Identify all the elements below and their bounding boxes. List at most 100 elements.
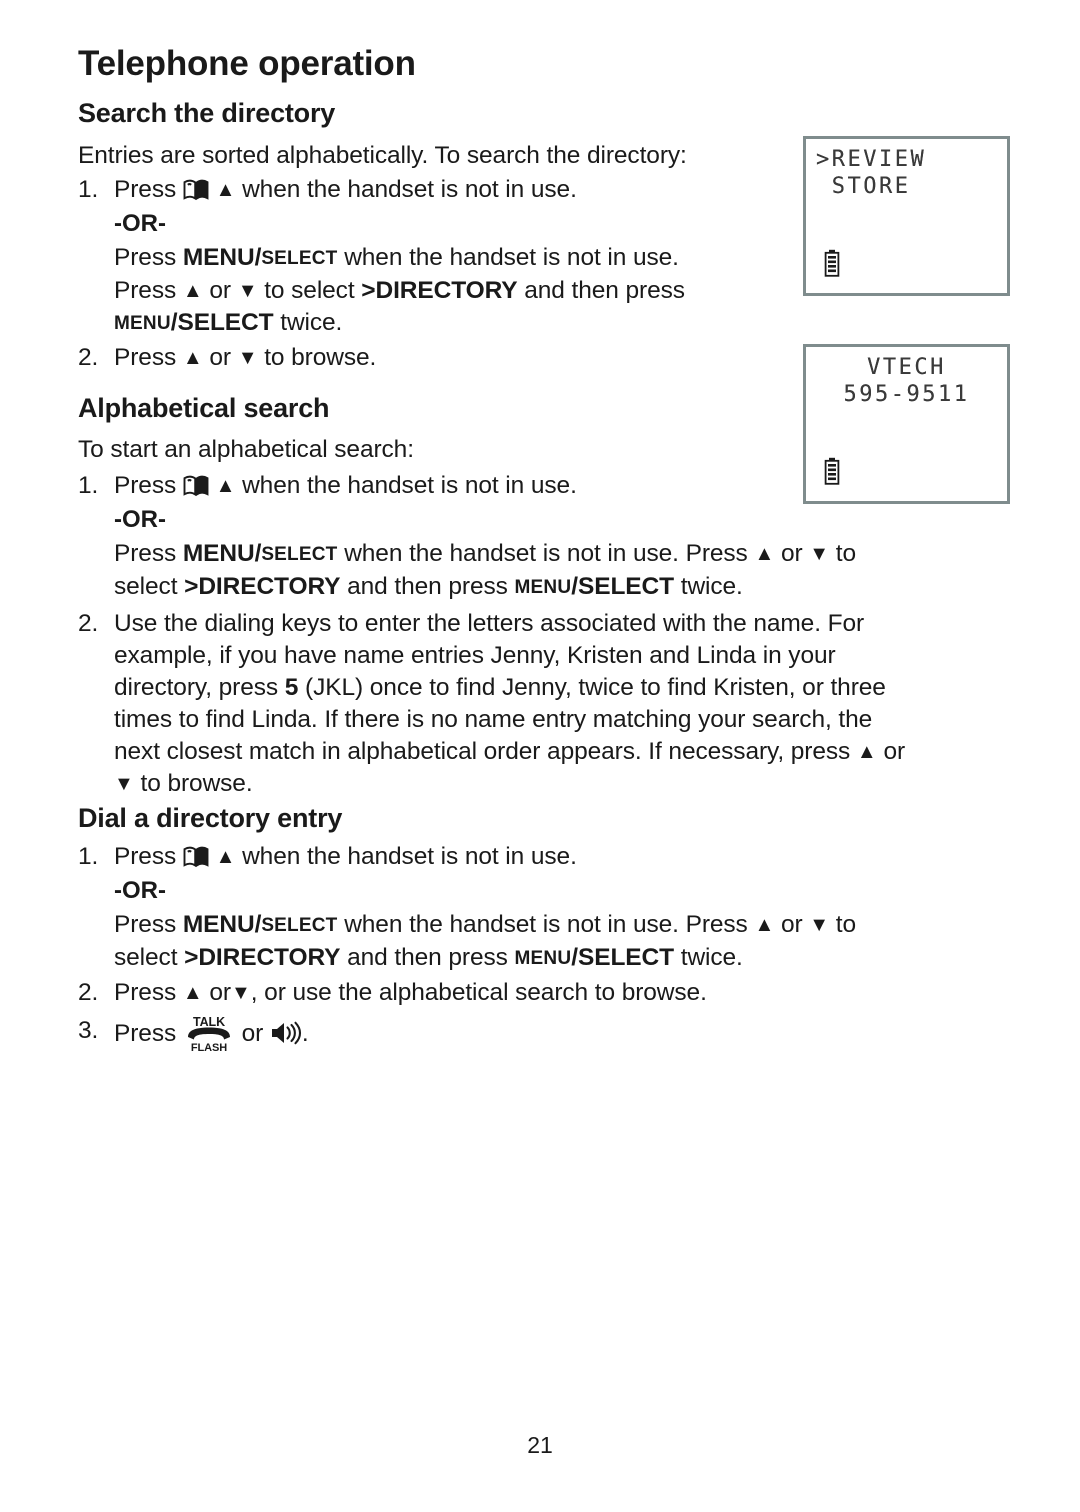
press-word: Press	[114, 244, 177, 271]
press-word: Press	[114, 176, 177, 203]
step-number: 3.	[78, 1017, 99, 1044]
step-text: Press ▲ when the handset is not in use.	[114, 174, 778, 206]
or-word: or	[209, 277, 231, 304]
step-text: Press ▲ or▼, or use the alphabetical sea…	[114, 977, 1038, 1009]
or-word: or	[209, 344, 231, 371]
or-divider: -OR-	[114, 877, 166, 904]
step-number: 2.	[78, 610, 99, 637]
intro-text: Entries are sorted alphabetically. To se…	[78, 142, 687, 169]
twice-text: twice.	[680, 573, 743, 600]
down-triangle-icon: ▼	[809, 914, 830, 936]
press-word: Press	[114, 472, 177, 499]
select-word: select	[114, 573, 178, 600]
list-item: 1. Press ▲ when the handset is not in us…	[78, 841, 1038, 873]
svg-text:TALK: TALK	[193, 1015, 225, 1029]
line-text: directory, press	[114, 674, 279, 701]
list-item: 3. Press TALK FLASH or .	[78, 1015, 1038, 1054]
down-triangle-icon: ▼	[809, 543, 830, 565]
up-triangle-icon: ▲	[215, 846, 236, 868]
up-triangle-icon: ▲	[856, 741, 877, 763]
press-word: Press	[114, 1020, 177, 1047]
or-word: or	[241, 1020, 264, 1047]
menu-label: MENU	[114, 313, 171, 334]
or-word: or	[883, 738, 906, 765]
list-item: 1. Press ▲ when the handset is not in us…	[78, 174, 778, 206]
section-heading-dial-a-directory-entry: Dial a directory entry	[78, 803, 343, 833]
search-directory-steps: 1. Press ▲ when the handset is not in us…	[78, 174, 778, 374]
section-heading-alphabetical-search: Alphabetical search	[78, 393, 330, 423]
select-label: /SELECT	[571, 944, 675, 971]
step-number: 2.	[78, 344, 99, 371]
step-number: 1.	[78, 843, 99, 870]
directory-menu-label: >DIRECTORY	[361, 277, 518, 304]
press-word: Press	[114, 540, 177, 567]
speaker-icon	[270, 1021, 302, 1045]
alternate-instruction-2: Press ▲ or ▼ to select >DIRECTORY and th…	[78, 275, 778, 307]
talk-flash-icon: TALK FLASH	[183, 1015, 235, 1054]
select-label: SELECT	[261, 915, 338, 936]
step-text: Press ▲ when the handset is not in use.	[114, 841, 1038, 873]
up-triangle-icon: ▲	[182, 982, 203, 1004]
lcd-line-2: 595-9511	[843, 382, 970, 407]
to-select-text: to select	[264, 277, 355, 304]
up-triangle-icon: ▲	[754, 914, 775, 936]
instruction-mid: when the handset is not in use. Press	[344, 911, 748, 938]
paragraph-line: directory, press 5 (JKL) once to find Je…	[114, 672, 1038, 704]
directory-book-icon	[183, 178, 209, 201]
list-item: 2. Press ▲ or▼, or use the alphabetical …	[78, 977, 1038, 1009]
paragraph-line: example, if you have name entries Jenny,…	[114, 642, 836, 669]
down-triangle-icon: ▼	[237, 280, 258, 302]
step-text: Press TALK FLASH or .	[114, 1015, 1038, 1054]
or-divider: -OR-	[114, 506, 166, 533]
down-triangle-icon: ▼	[230, 982, 251, 1004]
select-label: /SELECT	[170, 309, 274, 336]
step-tail: , or use the alphabetical search to brow…	[250, 979, 707, 1006]
menu-label: MENU	[514, 948, 572, 969]
paragraph-line: Use the dialing keys to enter the letter…	[114, 610, 865, 637]
battery-icon	[824, 249, 840, 277]
lcd-line-2: STORE	[816, 174, 911, 199]
dial-key-label: 5	[284, 674, 299, 701]
line-text: to browse.	[140, 770, 253, 797]
menu-label: MENU/	[182, 244, 262, 271]
list-item: 2. Press ▲ or ▼ to browse.	[78, 342, 778, 374]
or-word: or	[780, 911, 803, 938]
select-label: SELECT	[261, 544, 338, 565]
menu-label: MENU/	[182, 540, 262, 567]
lcd-line-1: >REVIEW	[816, 147, 927, 172]
page-title: Telephone operation	[78, 44, 416, 83]
list-item: 2. Use the dialing keys to enter the let…	[78, 608, 1038, 800]
select-word: select	[114, 944, 178, 971]
or-divider: -OR-	[114, 210, 166, 237]
paragraph-line: ▼ to browse.	[114, 768, 1038, 800]
and-then-text: and then press	[347, 573, 508, 600]
alternate-instruction: Press MENU/SELECT when the handset is no…	[78, 538, 1038, 571]
dial-directory-steps: 1. Press ▲ when the handset is not in us…	[78, 841, 1038, 1054]
directory-book-icon	[183, 474, 209, 497]
alternate-instruction: Press MENU/SELECT when the handset is no…	[78, 242, 778, 275]
press-word: Press	[114, 344, 177, 371]
step-tail: when the handset is not in use.	[242, 176, 577, 203]
lcd-review-store-screen: >REVIEW STORE	[803, 136, 1010, 296]
line-text: (JKL) once to find Jenny, twice to find …	[305, 674, 886, 701]
or-word: or	[209, 979, 231, 1006]
up-triangle-icon: ▲	[754, 543, 775, 565]
to-word: to	[835, 911, 857, 938]
document-page: Telephone operation Search the directory…	[0, 0, 1080, 1512]
menu-label: MENU/	[182, 911, 262, 938]
instruction-tail: when the handset is not in use.	[344, 244, 679, 271]
step-number: 1.	[78, 472, 99, 499]
alphabetical-search-intro: To start an alphabetical search:	[78, 434, 778, 466]
step-tail: when the handset is not in use.	[242, 472, 577, 499]
directory-menu-label: >DIRECTORY	[184, 573, 341, 600]
and-then-text: and then press	[347, 944, 508, 971]
select-label: /SELECT	[571, 573, 675, 600]
alphabetical-search-steps: 1. Press ▲ when the handset is not in us…	[78, 470, 1038, 800]
press-word: Press	[114, 979, 177, 1006]
section-heading-search-the-directory: Search the directory	[78, 98, 336, 128]
up-triangle-icon: ▲	[182, 347, 203, 369]
or-word: or	[780, 540, 803, 567]
up-triangle-icon: ▲	[215, 475, 236, 497]
press-word: Press	[114, 277, 177, 304]
step-tail: to browse.	[264, 344, 377, 371]
